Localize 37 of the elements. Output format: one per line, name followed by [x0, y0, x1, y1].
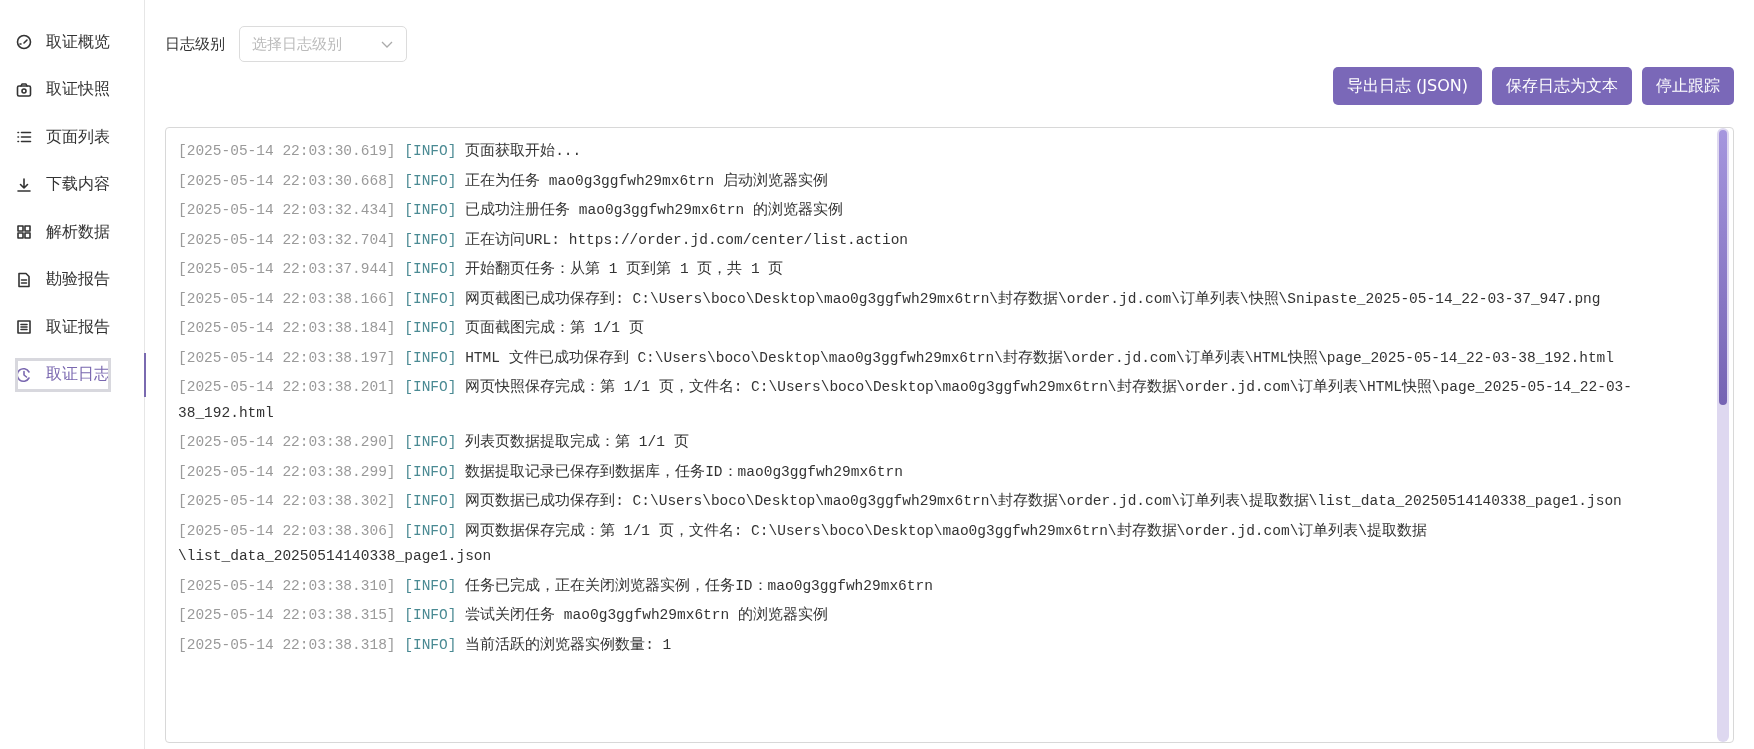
camera-icon [16, 81, 32, 98]
grid-icon [16, 224, 32, 240]
scrollbar-thumb[interactable] [1719, 130, 1727, 405]
clock-icon [16, 366, 32, 383]
sidebar-item[interactable]: 解析数据 [10, 210, 116, 254]
log-entry: [2025-05-14 22:03:38.290] [INFO] 列表页数据提取完成：第 1/1 页 [178, 432, 690, 452]
log-entry: [2025-05-14 22:03:32.434] [INFO] 已成功注册任务 mao0g3ggfwh29mx6trn 的浏览器实例 [178, 200, 844, 220]
log-entry: [2025-05-14 22:03:38.184] [INFO] 页面截图完成：第 1/1 页 [178, 318, 645, 338]
active-indicator [144, 352, 146, 397]
sidebar-item[interactable]: 取证快照 [10, 67, 116, 112]
action-button[interactable]: 保存日志为文本 [1492, 67, 1632, 105]
log-entry: [2025-05-14 22:03:37.944] [INFO] 开始翻页任务：从第 1 页到第 1 页，共 1 页 [178, 259, 785, 279]
log-entry: [2025-05-14 22:03:30.668] [INFO] 正在为任务 mao0g3ggfwh29mx6trn 启动浏览器实例 [178, 171, 829, 191]
sidebar-item[interactable]: 取证报告 [10, 305, 116, 349]
log-entry: [2025-05-14 22:03:38.197] [INFO] HTML 文件已成功保存到 C:\Users\boco\Desktop\mao0g3ggfwh29mx6trn\封存数据\order.jd.com\订单列表\HTML快照\page_2025-05-14_22-03-38_192.html [178, 348, 1615, 368]
sidebar-item[interactable]: 下载内容 [10, 162, 116, 207]
log-entry: [2025-05-14 22:03:38.166] [INFO] 网页截图已成功保存到: C:\Users\boco\Desktop\mao0g3ggfwh29mx6trn\封存数据\order.jd.com\订单列表\快照\Snipaste_2025-05-14_22-03-37_947.png [178, 289, 1602, 309]
log-entry: [2025-05-14 22:03:32.704] [INFO] 正在访问URL: https://order.jd.com/center/list.action [178, 230, 910, 250]
log-entry: [2025-05-14 22:03:38.201] [INFO] 网页快照保存完成：第 1/1 页，文件名: C:\Users\boco\Desktop\mao0g3ggfwh29mx6trn\封存数据\order.jd.com\订单列表\HTML快照\page_2025-05-14_22-03-38_192.html [178, 377, 1633, 423]
log-entry: [2025-05-14 22:03:38.310] [INFO] 任务已完成，正在关闭浏览器实例，任务ID：mao0g3ggfwh29mx6trn [178, 576, 934, 596]
gauge-icon [16, 34, 32, 50]
sidebar-item[interactable]: 取证概览 [10, 20, 116, 64]
log-entry: [2025-05-14 22:03:38.306] [INFO] 网页数据保存完成：第 1/1 页，文件名: C:\Users\boco\Desktop\mao0g3ggfwh29mx6trn\封存数据\order.jd.com\订单列表\提取数据\list_data_20250514140338_page1.json [178, 521, 1429, 566]
log-entry: [2025-05-14 22:03:38.318] [INFO] 当前活跃的浏览器实例数量: 1 [178, 635, 673, 655]
download-icon [16, 176, 32, 193]
report-icon [16, 319, 32, 335]
log-entry: [2025-05-14 22:03:30.619] [INFO] 页面获取开始... [178, 141, 583, 161]
log-entry: [2025-05-14 22:03:38.302] [INFO] 网页数据已成功保存到: C:\Users\boco\Desktop\mao0g3ggfwh29mx6trn\封存数据\order.jd.com\订单列表\提取数据\list_data_20250514140338_page1.json [178, 491, 1623, 511]
sidebar-item[interactable]: 勘验报告 [10, 257, 116, 302]
log-entry: [2025-05-14 22:03:38.299] [INFO] 数据提取记录已保存到数据库，任务ID：mao0g3ggfwh29mx6trn [178, 462, 904, 482]
filter-label: 日志级别 [165, 34, 225, 54]
document-icon [16, 271, 32, 288]
action-button[interactable]: 导出日志 (JSON) [1333, 67, 1482, 105]
sidebar-item[interactable]: 页面列表 [10, 115, 116, 159]
log-entry: [2025-05-14 22:03:38.315] [INFO] 尝试关闭任务 mao0g3ggfwh29mx6trn 的浏览器实例 [178, 605, 829, 625]
list-icon [16, 129, 32, 145]
action-button[interactable]: 停止跟踪 [1642, 67, 1734, 105]
